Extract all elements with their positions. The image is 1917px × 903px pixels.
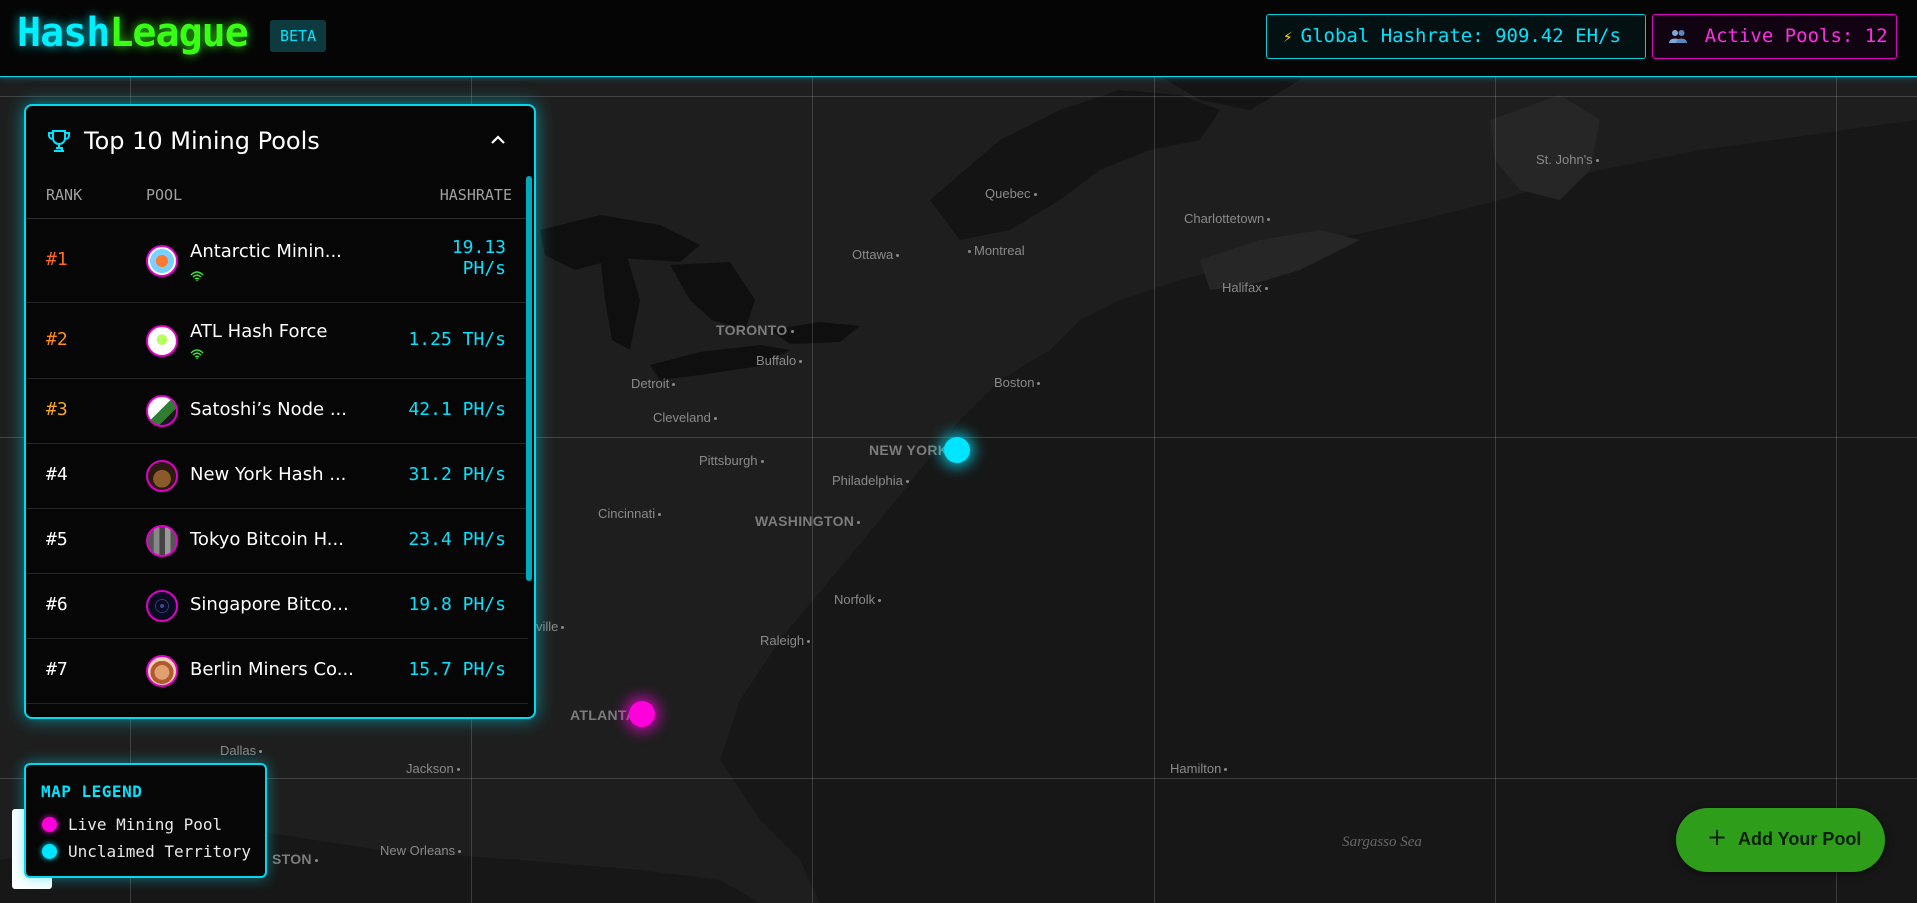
lightning-icon: ⚡ xyxy=(1283,27,1293,46)
rank-label: #3 xyxy=(46,399,68,420)
rank-label: #4 xyxy=(46,464,68,485)
pool-hashrate: 42.1 PH/s xyxy=(408,399,506,420)
city-label: Detroit xyxy=(631,376,678,391)
city-label: ATLANTA xyxy=(570,707,637,723)
city-label: TORONTO xyxy=(716,322,797,338)
column-header-pool[interactable]: POOL xyxy=(146,186,182,204)
table-row[interactable]: #6 Singapore Bitco... 19.8 PH/s xyxy=(26,574,528,639)
city-label: Pittsburgh xyxy=(699,453,767,468)
table-row[interactable]: #5 Tokyo Bitcoin H... 23.4 PH/s xyxy=(26,509,528,574)
city-label: Boston xyxy=(994,375,1043,390)
add-pool-label: Add Your Pool xyxy=(1738,829,1862,849)
pool-name: ATL Hash Force xyxy=(190,321,328,342)
beta-badge: BETA xyxy=(270,20,327,52)
pool-avatar xyxy=(146,395,178,427)
city-label: Hamilton xyxy=(1170,761,1230,776)
add-pool-button[interactable]: + Add Your Pool xyxy=(1676,808,1885,872)
grid-line xyxy=(0,96,1917,97)
legend-label: Live Mining Pool xyxy=(68,815,223,834)
grid-line xyxy=(0,778,1917,779)
users-icon xyxy=(1669,27,1697,46)
city-label: Dallas xyxy=(220,743,265,758)
top-header: HashLeague BETA ⚡ Global Hashrate: 909.42… xyxy=(0,0,1917,77)
city-label: Cleveland xyxy=(653,410,720,425)
legend-label: Unclaimed Territory xyxy=(68,842,252,861)
rank-label: #6 xyxy=(46,594,68,615)
city-label: NEW YORK xyxy=(869,442,949,458)
map-legend: MAP LEGEND Live Mining Pool Unclaimed Te… xyxy=(24,763,267,878)
pool-name: Berlin Miners Co... xyxy=(190,659,354,680)
global-hashrate-stat: ⚡ Global Hashrate: 909.42 EH/s xyxy=(1266,14,1646,59)
city-label: WASHINGTON xyxy=(755,513,863,529)
pool-avatar xyxy=(146,525,178,557)
wifi-icon xyxy=(190,271,204,281)
trophy-icon xyxy=(48,130,70,152)
chevron-up-icon[interactable] xyxy=(488,132,508,148)
pool-avatar xyxy=(146,325,178,357)
live-pool-marker[interactable] xyxy=(629,701,655,727)
leaderboard-header: Top 10 Mining Pools xyxy=(26,106,534,176)
pool-hashrate: 15.7 PH/s xyxy=(408,659,506,680)
pool-name: Tokyo Bitcoin H... xyxy=(190,529,344,550)
pool-avatar xyxy=(146,245,178,277)
city-label: Raleigh xyxy=(760,633,813,648)
scrollbar[interactable] xyxy=(526,176,532,581)
pool-avatar xyxy=(146,655,178,687)
pool-hashrate: 23.4 PH/s xyxy=(408,529,506,550)
city-label: ville xyxy=(536,619,567,634)
city-label: Buffalo xyxy=(756,353,805,368)
unclaimed-territory-marker[interactable] xyxy=(944,437,970,463)
pool-avatar xyxy=(146,590,178,622)
leaderboard-title: Top 10 Mining Pools xyxy=(84,127,320,155)
plus-icon: + xyxy=(1707,823,1728,851)
pool-hashrate: 31.2 PH/s xyxy=(408,464,506,485)
column-header-hashrate[interactable]: HASHRATE xyxy=(440,186,512,204)
wifi-icon xyxy=(190,349,204,359)
app-logo[interactable]: HashLeague xyxy=(17,10,249,56)
city-label: Halifax xyxy=(1222,280,1271,295)
city-label: Charlottetown xyxy=(1184,211,1273,226)
rank-label: #5 xyxy=(46,529,68,550)
city-label: Jackson xyxy=(406,761,463,776)
table-row[interactable]: #1 Antarctic Minin... 19.13 PH/s xyxy=(26,219,528,303)
sea-label: Sargasso Sea xyxy=(1342,834,1422,850)
city-label: New Orleans xyxy=(380,843,464,858)
table-row[interactable]: #3 Satoshi’s Node ... 42.1 PH/s xyxy=(26,379,528,444)
pool-name: New York Hash ... xyxy=(190,464,347,485)
pool-hashrate: 19.13 PH/s xyxy=(451,237,506,279)
legend-title: MAP LEGEND xyxy=(41,782,143,801)
live-pool-swatch xyxy=(42,817,57,832)
city-label: Quebec xyxy=(985,186,1040,201)
rank-label: #7 xyxy=(46,659,68,680)
rank-label: #2 xyxy=(46,329,68,350)
city-label: Norfolk xyxy=(834,592,884,607)
table-row[interactable]: #4 New York Hash ... 31.2 PH/s xyxy=(26,444,528,509)
active-pools-stat: Active Pools: 12 xyxy=(1652,14,1897,59)
city-label: STON xyxy=(272,851,321,867)
unclaimed-territory-swatch xyxy=(42,844,57,859)
city-label: Montreal xyxy=(965,243,1025,258)
leaderboard-panel: Top 10 Mining Pools RANK POOL HASHRATE #… xyxy=(24,104,536,719)
pool-hashrate: 19.8 PH/s xyxy=(408,594,506,615)
city-label: St. John's xyxy=(1536,152,1602,167)
city-label: Ottawa xyxy=(852,247,902,262)
city-label: Philadelphia xyxy=(832,473,912,488)
rank-label: #1 xyxy=(46,249,68,270)
table-row[interactable]: #2 ATL Hash Force 1.25 TH/s xyxy=(26,303,528,379)
pool-name: Satoshi’s Node ... xyxy=(190,399,347,420)
pool-avatar xyxy=(146,460,178,492)
pool-name: Antarctic Minin... xyxy=(190,241,342,262)
city-label: Cincinnati xyxy=(598,506,664,521)
pool-name: Singapore Bitco... xyxy=(190,594,349,615)
table-row[interactable]: #7 Berlin Miners Co... 15.7 PH/s xyxy=(26,639,528,704)
column-header-rank[interactable]: RANK xyxy=(46,186,82,204)
pool-hashrate: 1.25 TH/s xyxy=(408,329,506,350)
